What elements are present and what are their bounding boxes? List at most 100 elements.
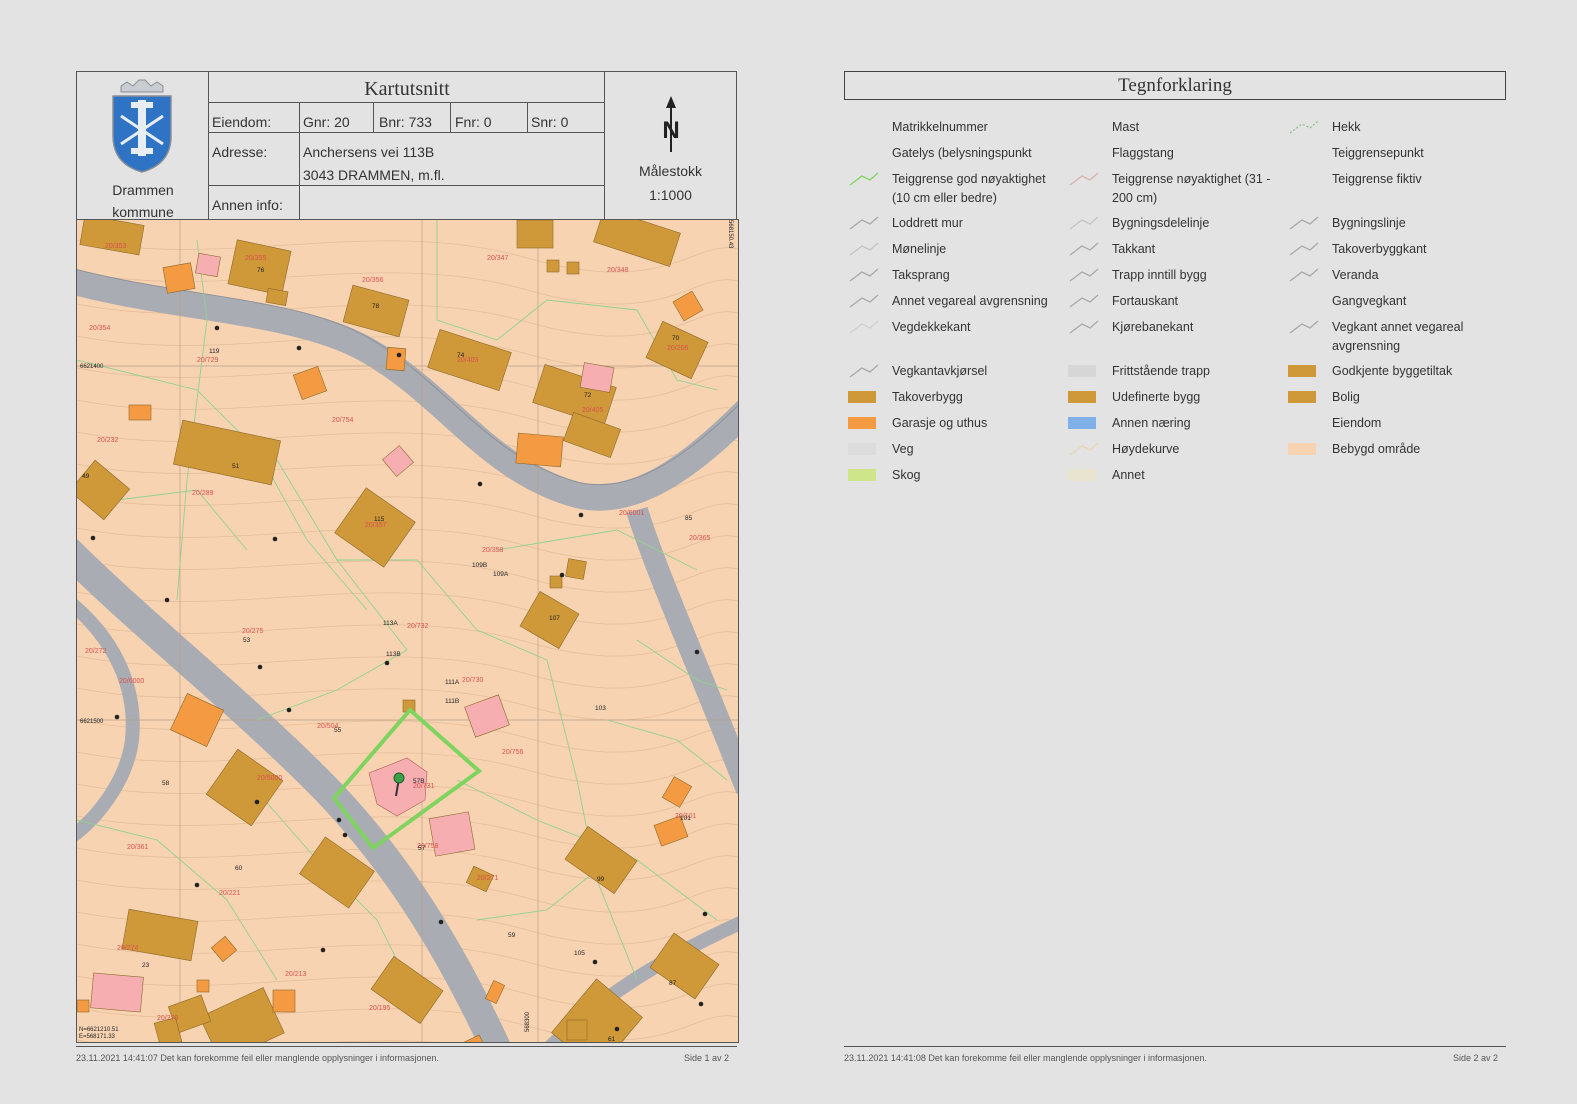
survey-point <box>614 1026 620 1032</box>
house-number-label: 23 <box>142 962 150 969</box>
survey-point <box>694 649 700 655</box>
legend-label: Bebygd område <box>1332 442 1421 456</box>
legend-line-symbol <box>849 320 879 334</box>
legend-line-symbol <box>849 294 879 308</box>
parcel-label: 20/354 <box>89 325 111 332</box>
map-header: Kartutsnitt Drammen kommune Eiendom: Gnr… <box>76 71 737 220</box>
coordinate-label: 568300 <box>525 1011 531 1032</box>
legend-label: Hekk <box>1332 120 1361 134</box>
parcel-label: 20/353 <box>105 243 127 250</box>
footer-note: 23.11.2021 14:41:07 Det kan forekomme fe… <box>76 1053 440 1063</box>
coordinate-label: 6621400 <box>80 364 104 370</box>
coordinate-label: E=568171.33 <box>79 1034 116 1040</box>
house-number-label: 107 <box>549 615 560 622</box>
legend-line-symbol <box>1069 294 1099 308</box>
legend-label: Veg <box>892 442 914 456</box>
legend-line-symbol <box>1289 216 1319 230</box>
house-number-label: 113A <box>383 620 398 627</box>
house-number-label: 59 <box>508 932 516 939</box>
house-number-label: 109B <box>472 562 487 569</box>
house-number-label: 49 <box>82 473 90 480</box>
legend-line-symbol <box>849 216 879 230</box>
parcel-label: 20/274 <box>117 945 139 952</box>
parcel-label: 20/5000 <box>257 775 282 782</box>
parcel-label: 20/6001 <box>619 510 644 517</box>
parcel-label: 20/289 <box>192 490 214 497</box>
legend-label: Bygningslinje <box>1332 216 1406 230</box>
legend-label: Kjørebanekant <box>1112 320 1194 334</box>
legend-swatch <box>1288 443 1316 455</box>
legend-swatch <box>1068 365 1096 377</box>
legend-label: Teiggrense god nøyaktighet (10 cm eller … <box>892 172 1046 205</box>
house-number-label: 78 <box>372 303 380 310</box>
coordinate-label: 6621500 <box>80 719 104 725</box>
survey-point <box>384 660 390 666</box>
house-number-label: 103 <box>595 705 606 712</box>
north-arrow-icon: N <box>662 96 680 152</box>
page-footer: 23.11.2021 14:41:08 Det kan forekomme fe… <box>844 1046 1506 1063</box>
parcel-label: 20/275 <box>242 628 264 635</box>
house-number-label: 58 <box>162 780 170 787</box>
legend-line-symbol <box>1069 172 1099 186</box>
parcel-label: 20/756 <box>502 749 524 756</box>
parcel-label: 20/6000 <box>119 678 144 685</box>
legend-line-symbol <box>1289 120 1319 134</box>
house-number-label: 51 <box>232 463 240 470</box>
legend-line-symbol <box>849 364 879 378</box>
legend-label: Teiggrensepunkt <box>1332 146 1424 160</box>
legend-label: Takoverbyggkant <box>1332 242 1427 256</box>
eiendom-label: Eiendom: <box>212 114 272 130</box>
legend-line-symbol <box>1069 216 1099 230</box>
page-number: Side 1 av 2 <box>683 1053 729 1063</box>
page-footer: 23.11.2021 14:41:07 Det kan forekomme fe… <box>76 1046 737 1063</box>
legend-label: Annet vegareal avgrensning <box>892 294 1048 308</box>
house-number-label: 70 <box>672 335 680 342</box>
parcel-label: 20/195 <box>369 1005 391 1012</box>
house-number-label: 113B <box>386 651 401 658</box>
footer-note: 23.11.2021 14:41:08 Det kan forekomme fe… <box>844 1053 1208 1063</box>
survey-point <box>114 714 120 720</box>
legend-label: Takoverbygg <box>892 390 963 404</box>
house-number-label: 87 <box>669 980 677 987</box>
survey-point <box>90 535 96 541</box>
survey-point <box>702 911 708 917</box>
legend-label: Flaggstang <box>1112 146 1174 160</box>
legend-label: Gatelys (belysningspunkt <box>892 146 1032 160</box>
map-canvas: 20/353 20/355 20/356 20/347 20/348 20/354 20/7… <box>77 220 738 1042</box>
legend-label: Udefinerte bygg <box>1112 390 1201 404</box>
survey-point <box>477 481 483 487</box>
snr-value: Snr: 0 <box>531 114 569 130</box>
legend-line-symbol <box>1069 320 1099 334</box>
address-line1: Anchersens vei 113B <box>303 144 435 160</box>
house-number-label: 60 <box>235 865 243 872</box>
survey-point <box>320 947 326 953</box>
municipality-name: Drammen kommune <box>112 182 174 220</box>
coordinate-label: N=6621210.51 <box>79 1027 119 1033</box>
north-letter: N <box>662 117 679 144</box>
house-number-label: 53 <box>243 637 251 644</box>
map-view[interactable]: 20/353 20/355 20/356 20/347 20/348 20/354 20/7… <box>76 219 739 1043</box>
house-number-label: 74 <box>457 352 465 359</box>
legend-swatch <box>1068 391 1096 403</box>
legend-swatch <box>1288 365 1316 377</box>
bnr-value: Bnr: 733 <box>379 114 432 130</box>
survey-point <box>257 664 263 670</box>
survey-point <box>214 325 220 331</box>
legend-swatch <box>848 443 876 455</box>
survey-point <box>396 352 402 358</box>
legend-line-symbol <box>849 268 879 282</box>
survey-point <box>286 707 292 713</box>
parcel-label: 20/730 <box>462 677 484 684</box>
coordinate-label: 568150.43 <box>727 220 733 249</box>
parcel-label: 20/347 <box>487 255 509 262</box>
legend-label: Garasje og uthus <box>892 416 988 430</box>
house-number-label: 105 <box>574 950 585 957</box>
house-number-label: 101 <box>680 815 691 822</box>
address-line2: 3043 DRAMMEN, m.fl. <box>303 167 445 183</box>
legend-label: Loddrett mur <box>892 216 963 230</box>
legend-line-symbol <box>1069 242 1099 256</box>
survey-point <box>592 959 598 965</box>
parcel-label: 20/732 <box>407 623 429 630</box>
gnr-value: Gnr: 20 <box>303 114 350 130</box>
legend-label: Vegkant annet vegareal avgrensning <box>1332 320 1464 353</box>
